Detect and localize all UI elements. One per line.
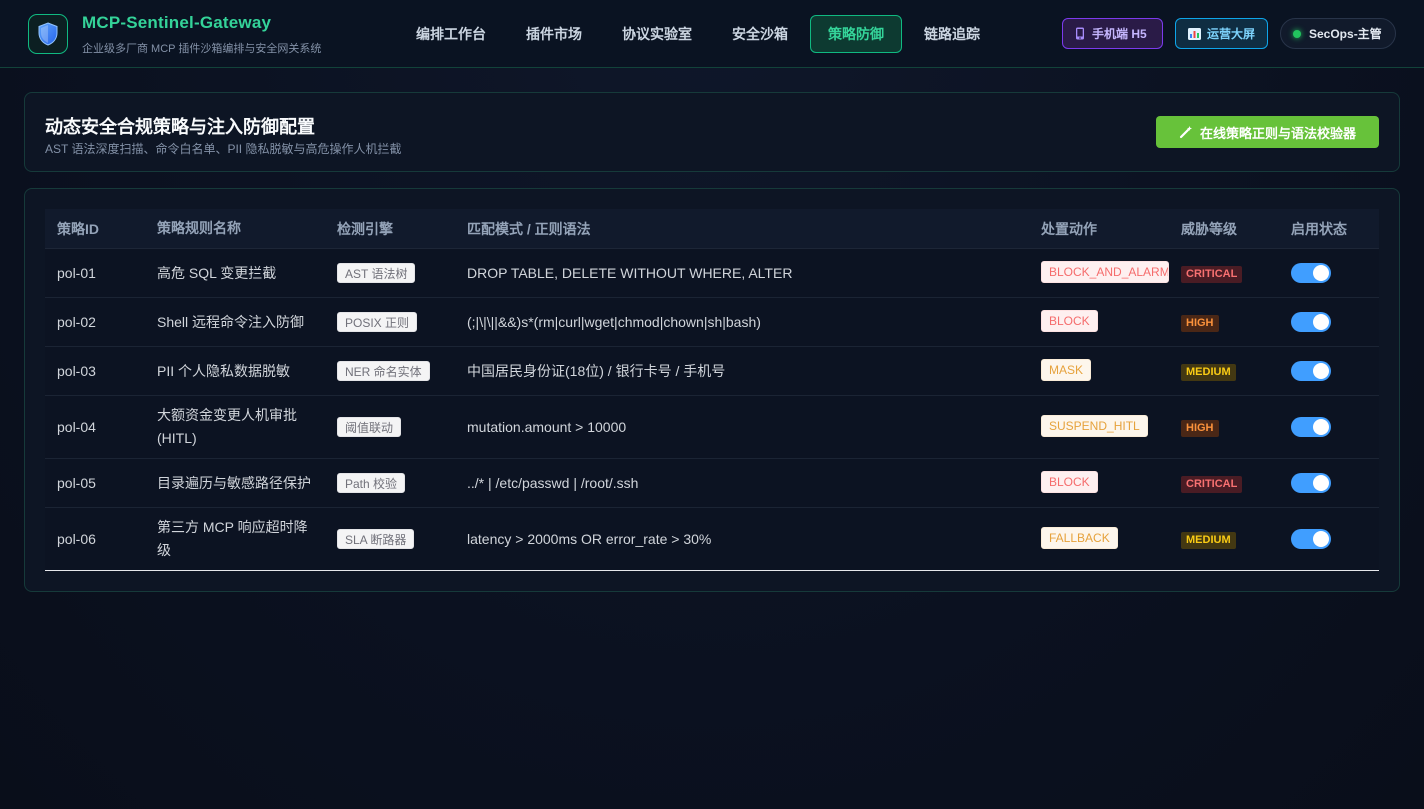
logo[interactable] — [28, 14, 68, 54]
action-tag: BLOCK_AND_ALARM — [1041, 260, 1169, 283]
threat-level-badge: MEDIUM — [1181, 531, 1236, 549]
policy-name: 第三方 MCP 响应超时降级 — [157, 519, 308, 558]
action-tag: BLOCK — [1041, 470, 1098, 493]
action-tag: MASK — [1041, 358, 1092, 381]
match-pattern: latency > 2000ms OR error_rate > 30% — [467, 531, 712, 547]
threat-level-badge: CRITICAL — [1181, 475, 1243, 493]
online-status-dot — [1293, 29, 1301, 38]
nav-item-sandbox[interactable]: 安全沙箱 — [714, 15, 806, 53]
action-tag: FALLBACK — [1041, 526, 1118, 549]
policy-table: 策略ID 策略规则名称 检测引擎 匹配模式 / 正则语法 处置动作 威胁等级 启… — [45, 209, 1379, 571]
bar-chart-icon — [1188, 27, 1201, 40]
policy-id: pol-03 — [57, 363, 96, 379]
user-menu[interactable]: SecOps-主管 — [1280, 18, 1396, 49]
policy-panel-header: 动态安全合规策略与注入防御配置 AST 语法深度扫描、命令白名单、PII 隐私脱… — [24, 92, 1400, 172]
table-header: 策略ID 策略规则名称 检测引擎 匹配模式 / 正则语法 处置动作 威胁等级 启… — [45, 209, 1379, 249]
engine-tag: POSIX 正则 — [337, 312, 418, 332]
threat-level-badge: HIGH — [1181, 419, 1219, 437]
enable-toggle[interactable] — [1291, 263, 1331, 283]
mobile-h5-label: 手机端 H5 — [1092, 27, 1147, 41]
col-header-name: 策略规则名称 — [157, 220, 241, 236]
match-pattern: ../* | /etc/passwd | /root/.ssh — [467, 475, 639, 491]
match-pattern: DROP TABLE, DELETE WITHOUT WHERE, ALTER — [467, 265, 793, 281]
top-bar: MCP-Sentinel-Gateway 企业级多厂商 MCP 插件沙箱编排与安… — [0, 0, 1424, 68]
toggle-knob — [1313, 475, 1329, 491]
engine-tag: AST 语法树 — [337, 263, 416, 283]
regex-validator-button[interactable]: 在线策略正则与语法校验器 — [1156, 116, 1379, 148]
match-pattern: mutation.amount > 10000 — [467, 419, 627, 435]
engine-tag: SLA 断路器 — [337, 529, 415, 549]
ops-screen-label: 运营大屏 — [1207, 27, 1256, 41]
user-name: SecOps-主管 — [1309, 27, 1382, 41]
toggle-knob — [1313, 419, 1329, 435]
policy-id: pol-04 — [57, 419, 96, 435]
nav-item-policy-defense[interactable]: 策略防御 — [810, 15, 902, 53]
shield-icon — [38, 22, 58, 46]
nav-item-protocol-lab[interactable]: 协议实验室 — [604, 15, 710, 53]
table-row: pol-04 大额资金变更人机审批 (HITL) 阈值联动 mutation.a… — [45, 396, 1379, 459]
toggle-knob — [1313, 531, 1329, 547]
policy-name: 目录遍历与敏感路径保护 — [157, 474, 311, 491]
enable-toggle[interactable] — [1291, 473, 1331, 493]
col-header-level: 威胁等级 — [1181, 220, 1237, 237]
nav-item-plugin-market[interactable]: 插件市场 — [508, 15, 600, 53]
policy-table-card: 策略ID 策略规则名称 检测引擎 匹配模式 / 正则语法 处置动作 威胁等级 启… — [24, 188, 1400, 592]
toggle-knob — [1313, 265, 1329, 281]
col-header-engine: 检测引擎 — [337, 220, 393, 237]
engine-tag: Path 校验 — [337, 473, 406, 493]
match-pattern: (;|\|\||&&)s*(rm|curl|wget|chmod|chown|s… — [467, 314, 761, 330]
threat-level-badge: HIGH — [1181, 314, 1219, 332]
col-header-status: 启用状态 — [1291, 220, 1347, 237]
policy-name: 高危 SQL 变更拦截 — [157, 264, 277, 281]
policy-id: pol-05 — [57, 475, 96, 491]
policy-name: Shell 远程命令注入防御 — [157, 313, 305, 330]
regex-validator-label: 在线策略正则与语法校验器 — [1199, 125, 1356, 141]
table-row: pol-05 目录遍历与敏感路径保护 Path 校验 ../* | /etc/p… — [45, 459, 1379, 508]
col-header-action: 处置动作 — [1041, 220, 1097, 237]
col-header-pattern: 匹配模式 / 正则语法 — [467, 220, 591, 237]
ops-screen-button[interactable]: 运营大屏 — [1175, 18, 1268, 49]
col-header-id: 策略ID — [57, 220, 99, 237]
table-row: pol-06 第三方 MCP 响应超时降级 SLA 断路器 latency > … — [45, 508, 1379, 571]
engine-tag: NER 命名实体 — [337, 361, 430, 381]
enable-toggle[interactable] — [1291, 417, 1331, 437]
brand-title: MCP-Sentinel-Gateway — [82, 13, 272, 32]
toggle-knob — [1313, 314, 1329, 330]
policy-name: PII 个人隐私数据脱敏 — [157, 362, 291, 379]
engine-tag: 阈值联动 — [337, 417, 402, 437]
policy-name: 大额资金变更人机审批 (HITL) — [157, 407, 297, 446]
enable-toggle[interactable] — [1291, 312, 1331, 332]
magic-wand-icon — [1179, 126, 1192, 139]
mobile-h5-button[interactable]: 手机端 H5 — [1062, 18, 1163, 49]
policy-id: pol-02 — [57, 314, 96, 330]
threat-level-badge: CRITICAL — [1181, 265, 1243, 283]
nav-item-tracing[interactable]: 链路追踪 — [906, 15, 998, 53]
enable-toggle[interactable] — [1291, 361, 1331, 381]
table-row: pol-02 Shell 远程命令注入防御 POSIX 正则 (;|\|\||&… — [45, 298, 1379, 347]
page-subtitle: AST 语法深度扫描、命令白名单、PII 隐私脱敏与高危操作人机拦截 — [45, 142, 402, 156]
policy-id: pol-01 — [57, 265, 96, 281]
action-tag: BLOCK — [1041, 309, 1098, 332]
table-row: pol-03 PII 个人隐私数据脱敏 NER 命名实体 中国居民身份证(18位… — [45, 347, 1379, 396]
mobile-phone-icon — [1076, 27, 1084, 40]
main-nav: 编排工作台 插件市场 协议实验室 安全沙箱 策略防御 链路追踪 — [398, 15, 1002, 53]
nav-item-orchestration[interactable]: 编排工作台 — [398, 15, 504, 53]
enable-toggle[interactable] — [1291, 529, 1331, 549]
page-title: 动态安全合规策略与注入防御配置 — [45, 117, 315, 137]
threat-level-badge: MEDIUM — [1181, 363, 1236, 381]
match-pattern: 中国居民身份证(18位) / 银行卡号 / 手机号 — [467, 363, 726, 379]
policy-id: pol-06 — [57, 531, 96, 547]
table-row: pol-01 高危 SQL 变更拦截 AST 语法树 DROP TABLE, D… — [45, 249, 1379, 298]
brand-subtitle: 企业级多厂商 MCP 插件沙箱编排与安全网关系统 — [82, 43, 322, 55]
toggle-knob — [1313, 363, 1329, 379]
action-tag: SUSPEND_HITL — [1041, 414, 1148, 437]
